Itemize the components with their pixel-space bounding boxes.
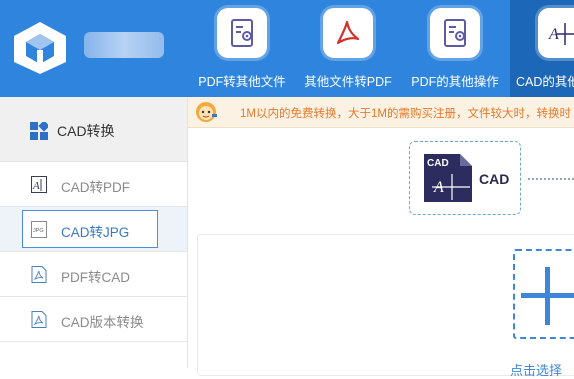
source-format-label: CAD: [479, 171, 510, 187]
tool-other-to-pdf[interactable]: 其他文件转PDF: [296, 0, 400, 97]
settings-doc-icon: [430, 8, 480, 58]
pdf-file-icon: [31, 311, 47, 328]
tool-label: CAD的其他: [516, 75, 574, 89]
svg-text:JPG: JPG: [33, 228, 44, 234]
tool-label: 其他文件转PDF: [304, 75, 392, 89]
notice-text: 1M以内的免费转换，大于1M的需购买注册，文件较大时，转换时: [240, 108, 571, 120]
sidebar-item-label: PDF转CAD: [61, 270, 131, 285]
pdf-acrobat-icon: [323, 8, 373, 58]
notice-bar: 1M以内的免费转换，大于1M的需购买注册，文件较大时，转换时: [188, 97, 574, 128]
sidebar-item-label: CAD版本转换: [61, 315, 144, 330]
upload-hint-text[interactable]: 点击选择: [510, 360, 562, 379]
sidebar-item-pdf-to-cad[interactable]: PDF转CAD: [0, 252, 187, 297]
cad-format-icon: CAD A: [424, 154, 472, 202]
sidebar-heading: CAD转换: [0, 97, 187, 162]
mascot-icon: [196, 102, 217, 122]
arrow-connector: [528, 178, 574, 180]
settings-doc-icon: [217, 8, 267, 58]
blurred-user-name: [84, 32, 164, 58]
sidebar-item-cad-version-convert[interactable]: CAD版本转换: [0, 297, 187, 342]
cad-drawing-icon: A: [538, 8, 574, 58]
tool-cad-other[interactable]: A CAD的其他: [510, 0, 574, 97]
sidebar-heading-label: CAD转换: [57, 123, 115, 139]
tool-pdf-other-ops[interactable]: PDF的其他操作: [403, 0, 507, 97]
main-panel: CAD A CAD 点击选择: [188, 128, 574, 378]
source-format-box: CAD A CAD: [409, 141, 521, 215]
jpg-file-icon: JPG: [31, 221, 47, 238]
svg-text:CAD: CAD: [427, 158, 449, 169]
svg-text:A: A: [32, 180, 40, 192]
sidebar-item-label: CAD转JPG: [61, 225, 130, 240]
app-logo-icon: [14, 22, 66, 74]
tool-label: PDF的其他操作: [411, 75, 499, 89]
sidebar-item-cad-to-pdf[interactable]: A CAD转PDF: [0, 162, 187, 207]
grid-icon: [30, 122, 48, 140]
tool-pdf-to-other[interactable]: PDF转其他文件: [190, 0, 294, 97]
cad-file-icon: A: [31, 176, 47, 193]
pdf-file-icon: [31, 266, 47, 283]
sidebar: CAD转换 A CAD转PDF JPG CAD转JPG PDF转CAD CAD版…: [0, 97, 188, 368]
sidebar-item-label: CAD转PDF: [61, 180, 131, 195]
sidebar-item-cad-to-jpg[interactable]: JPG CAD转JPG: [0, 207, 187, 252]
top-toolbar: PDF转其他文件 其他文件转PDF PDF的其他操作 A CAD的其他: [0, 0, 574, 97]
add-file-button[interactable]: [513, 249, 574, 339]
tool-label: PDF转其他文件: [198, 75, 286, 89]
